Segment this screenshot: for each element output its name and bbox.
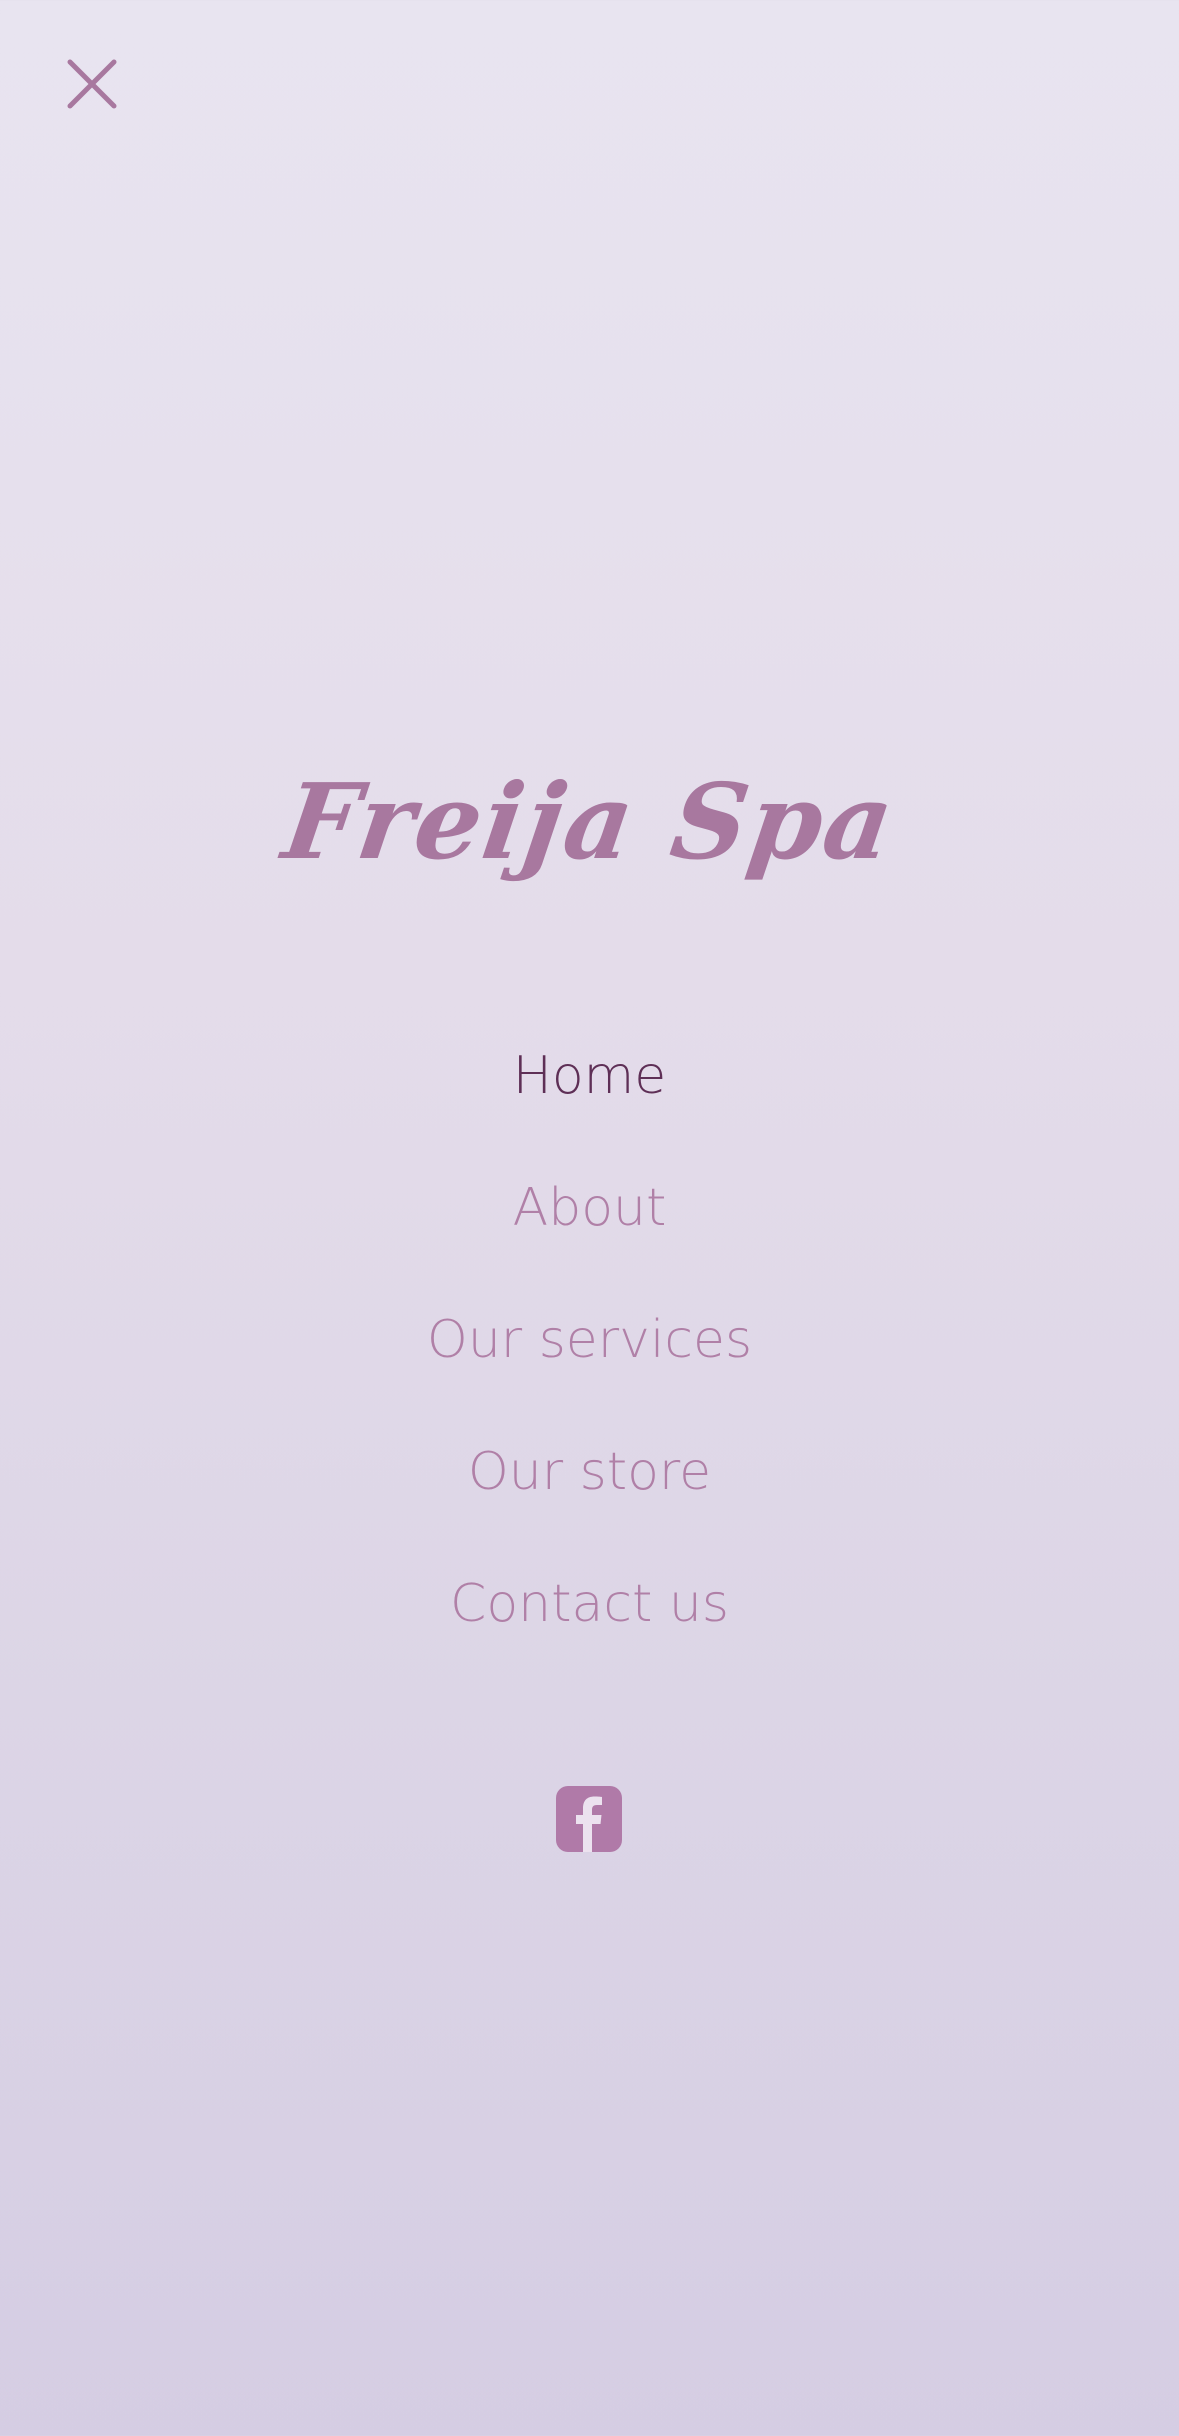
menu-item-home: Home (0, 1010, 1179, 1142)
menu-link-home[interactable]: Home (513, 1046, 667, 1106)
menu-item-about: About (0, 1142, 1179, 1274)
menu-item-store: Our store (0, 1406, 1179, 1538)
facebook-link[interactable] (556, 1786, 622, 1852)
main-navigation: Home About Our services Our store Contac… (0, 1010, 1179, 1670)
menu-link-services[interactable]: Our services (427, 1310, 752, 1370)
close-menu-button[interactable] (60, 52, 124, 116)
menu-link-about[interactable]: About (513, 1178, 667, 1238)
brand-logo: Freija Spa (276, 760, 903, 883)
menu-item-contact: Contact us (0, 1538, 1179, 1670)
menu-link-store[interactable]: Our store (468, 1442, 711, 1502)
close-icon (67, 59, 117, 109)
menu-link-contact[interactable]: Contact us (450, 1574, 729, 1634)
facebook-icon (576, 1796, 602, 1852)
menu-item-services: Our services (0, 1274, 1179, 1406)
